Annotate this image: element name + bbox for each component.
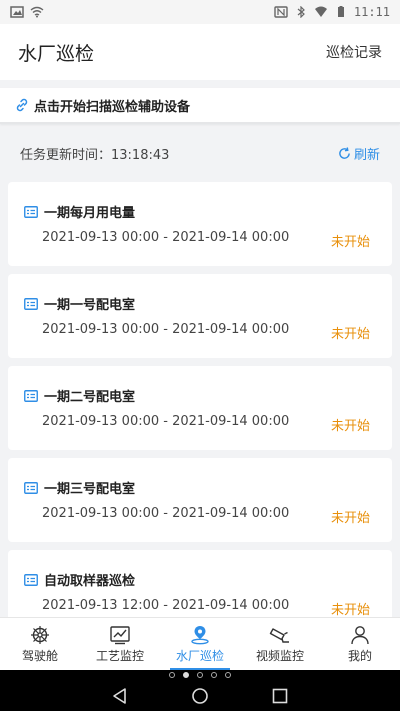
tab-label: 水厂巡检 bbox=[175, 648, 224, 663]
home-icon[interactable] bbox=[191, 687, 209, 705]
tab-label: 工艺监控 bbox=[95, 648, 144, 663]
inspection-records-link[interactable]: 巡检记录 bbox=[326, 42, 382, 62]
page-dot bbox=[225, 672, 231, 678]
system-nav-bar bbox=[0, 680, 400, 711]
page-dot bbox=[211, 672, 217, 678]
task-status-badge: 未开始 bbox=[330, 235, 370, 250]
refresh-icon bbox=[339, 146, 350, 159]
page-dot-active bbox=[183, 672, 189, 678]
task-status-badge: 未开始 bbox=[330, 327, 370, 342]
page-dot bbox=[169, 672, 175, 678]
scan-banner-text: 点击开始扫描巡检辅助设备 bbox=[34, 99, 191, 115]
signal-wifi-icon bbox=[314, 6, 327, 17]
bluetooth-icon bbox=[297, 6, 305, 18]
task-title: 一期三号配电室 bbox=[44, 482, 136, 497]
page-dot bbox=[197, 672, 203, 678]
task-time-range: 2021-09-13 12:00 - 2021-09-14 00:00 bbox=[42, 598, 290, 613]
task-status-badge: 未开始 bbox=[330, 419, 370, 434]
status-time: 11:11 bbox=[353, 5, 390, 19]
back-icon[interactable] bbox=[111, 687, 129, 705]
task-card-icon bbox=[24, 389, 38, 402]
chart-icon bbox=[110, 625, 130, 644]
task-time-range: 2021-09-13 00:00 - 2021-09-14 00:00 bbox=[42, 506, 290, 521]
task-card-icon bbox=[24, 573, 38, 586]
tab-label: 视频监控 bbox=[255, 648, 304, 663]
update-time-label: 任务更新时间：13:18:43 bbox=[20, 147, 170, 163]
tab-mine[interactable]: 我的 bbox=[320, 618, 400, 670]
battery-icon bbox=[337, 6, 344, 17]
task-list: 一期每月用电量 2021-09-13 00:00 - 2021-09-14 00… bbox=[8, 182, 392, 642]
task-card-icon bbox=[24, 481, 38, 494]
task-status-badge: 未开始 bbox=[330, 511, 370, 526]
task-card[interactable]: 一期三号配电室 2021-09-13 00:00 - 2021-09-14 00… bbox=[8, 458, 392, 542]
task-title: 一期每月用电量 bbox=[44, 206, 136, 221]
tab-video-monitor[interactable]: 视频监控 bbox=[240, 618, 320, 670]
tab-cockpit[interactable]: 驾驶舱 bbox=[0, 618, 80, 670]
user-icon bbox=[351, 625, 369, 644]
task-card-icon bbox=[24, 297, 38, 310]
tab-label: 我的 bbox=[347, 648, 372, 663]
task-title: 自动取样器巡检 bbox=[44, 574, 136, 589]
tab-process-monitor[interactable]: 工艺监控 bbox=[80, 618, 160, 670]
task-title: 一期一号配电室 bbox=[44, 298, 136, 313]
tab-label: 驾驶舱 bbox=[21, 648, 58, 663]
update-row: 任务更新时间：13:18:43 刷新 bbox=[0, 138, 400, 168]
task-card-icon bbox=[24, 205, 38, 218]
app-header: 水厂巡检 巡检记录 bbox=[0, 24, 400, 80]
task-status-badge: 未开始 bbox=[330, 603, 370, 618]
page-title: 水厂巡检 bbox=[18, 42, 95, 65]
recents-icon[interactable] bbox=[271, 687, 289, 705]
task-card[interactable]: 一期二号配电室 2021-09-13 00:00 - 2021-09-14 00… bbox=[8, 366, 392, 450]
refresh-label: 刷新 bbox=[353, 147, 380, 163]
camera-icon bbox=[269, 627, 289, 643]
page-indicator bbox=[0, 670, 400, 680]
task-time-range: 2021-09-13 00:00 - 2021-09-14 00:00 bbox=[42, 230, 290, 245]
helm-icon bbox=[31, 625, 49, 644]
bottom-tab-bar: 驾驶舱 工艺监控 水厂巡检 视频监控 我的 bbox=[0, 617, 400, 670]
task-title: 一期二号配电室 bbox=[44, 390, 136, 405]
task-card[interactable]: 一期每月用电量 2021-09-13 00:00 - 2021-09-14 00… bbox=[8, 182, 392, 266]
task-time-range: 2021-09-13 00:00 - 2021-09-14 00:00 bbox=[42, 322, 290, 337]
link-icon bbox=[16, 98, 28, 112]
image-notification-icon bbox=[10, 6, 24, 18]
tab-plant-inspection[interactable]: 水厂巡检 bbox=[160, 618, 240, 670]
wifi-icon bbox=[30, 6, 44, 18]
location-icon bbox=[191, 625, 209, 644]
task-time-range: 2021-09-13 00:00 - 2021-09-14 00:00 bbox=[42, 414, 290, 429]
refresh-button[interactable]: 刷新 bbox=[338, 144, 380, 163]
nfc-icon bbox=[274, 6, 288, 18]
task-card[interactable]: 一期一号配电室 2021-09-13 00:00 - 2021-09-14 00… bbox=[8, 274, 392, 358]
scan-device-banner[interactable]: 点击开始扫描巡检辅助设备 bbox=[0, 88, 400, 124]
status-bar: 11:11 bbox=[0, 0, 400, 24]
